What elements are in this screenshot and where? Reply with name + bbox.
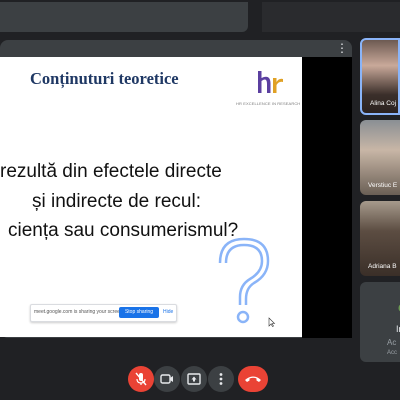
screen-share-bar: meet.google.com is sharing your screen. … (30, 304, 177, 322)
slide-side-bar (302, 57, 352, 338)
camera-icon (160, 374, 173, 384)
participant-name: Alina Coj (370, 100, 397, 107)
question-mark-icon (218, 237, 270, 324)
share-bar-text: meet.google.com is sharing your screen. (34, 309, 125, 315)
mic-toggle-button[interactable] (128, 366, 154, 392)
more-options-button[interactable] (208, 366, 234, 392)
top-right-area (262, 2, 400, 32)
participant-subtitle-2: Acc (387, 350, 398, 356)
participant-tile[interactable]: Ir Ac Acc (360, 282, 400, 362)
participant-tile[interactable]: Alina Coj (360, 38, 400, 115)
hide-share-bar-button[interactable]: Hide (163, 309, 173, 315)
question-line-3: ciența sau consumerismul? (8, 220, 239, 241)
present-screen-button[interactable] (181, 366, 207, 392)
stage-menu-icon[interactable]: ⋮ (334, 42, 350, 54)
participant-name: Ir (396, 324, 400, 334)
mouse-cursor-icon (268, 317, 276, 327)
more-vert-icon (219, 373, 223, 385)
hangup-icon (245, 376, 261, 382)
participant-name: Verstiuc E (368, 182, 398, 189)
stop-sharing-button[interactable]: Stop sharing (119, 307, 159, 318)
participant-name: Adriana B (368, 263, 397, 270)
mic-off-icon (135, 372, 147, 386)
question-line-1: rezultă din efectele directe (0, 161, 222, 182)
shared-slide: Conținuturi teoretice HR EXCELLENCE IN R… (0, 57, 302, 337)
participant-tile[interactable]: Adriana B (360, 201, 400, 276)
camera-toggle-button[interactable] (154, 366, 180, 392)
top-tab (0, 2, 248, 32)
present-icon (187, 373, 201, 385)
question-line-2: și indirecte de recul: (32, 191, 201, 212)
logo-caption: HR EXCELLENCE IN RESEARCH (236, 101, 301, 106)
participant-subtitle: Ac (387, 338, 397, 347)
slide-title: Conținuturi teoretice (30, 69, 179, 88)
leave-call-button[interactable] (238, 366, 268, 392)
participant-tile[interactable]: Verstiuc E (360, 120, 400, 195)
